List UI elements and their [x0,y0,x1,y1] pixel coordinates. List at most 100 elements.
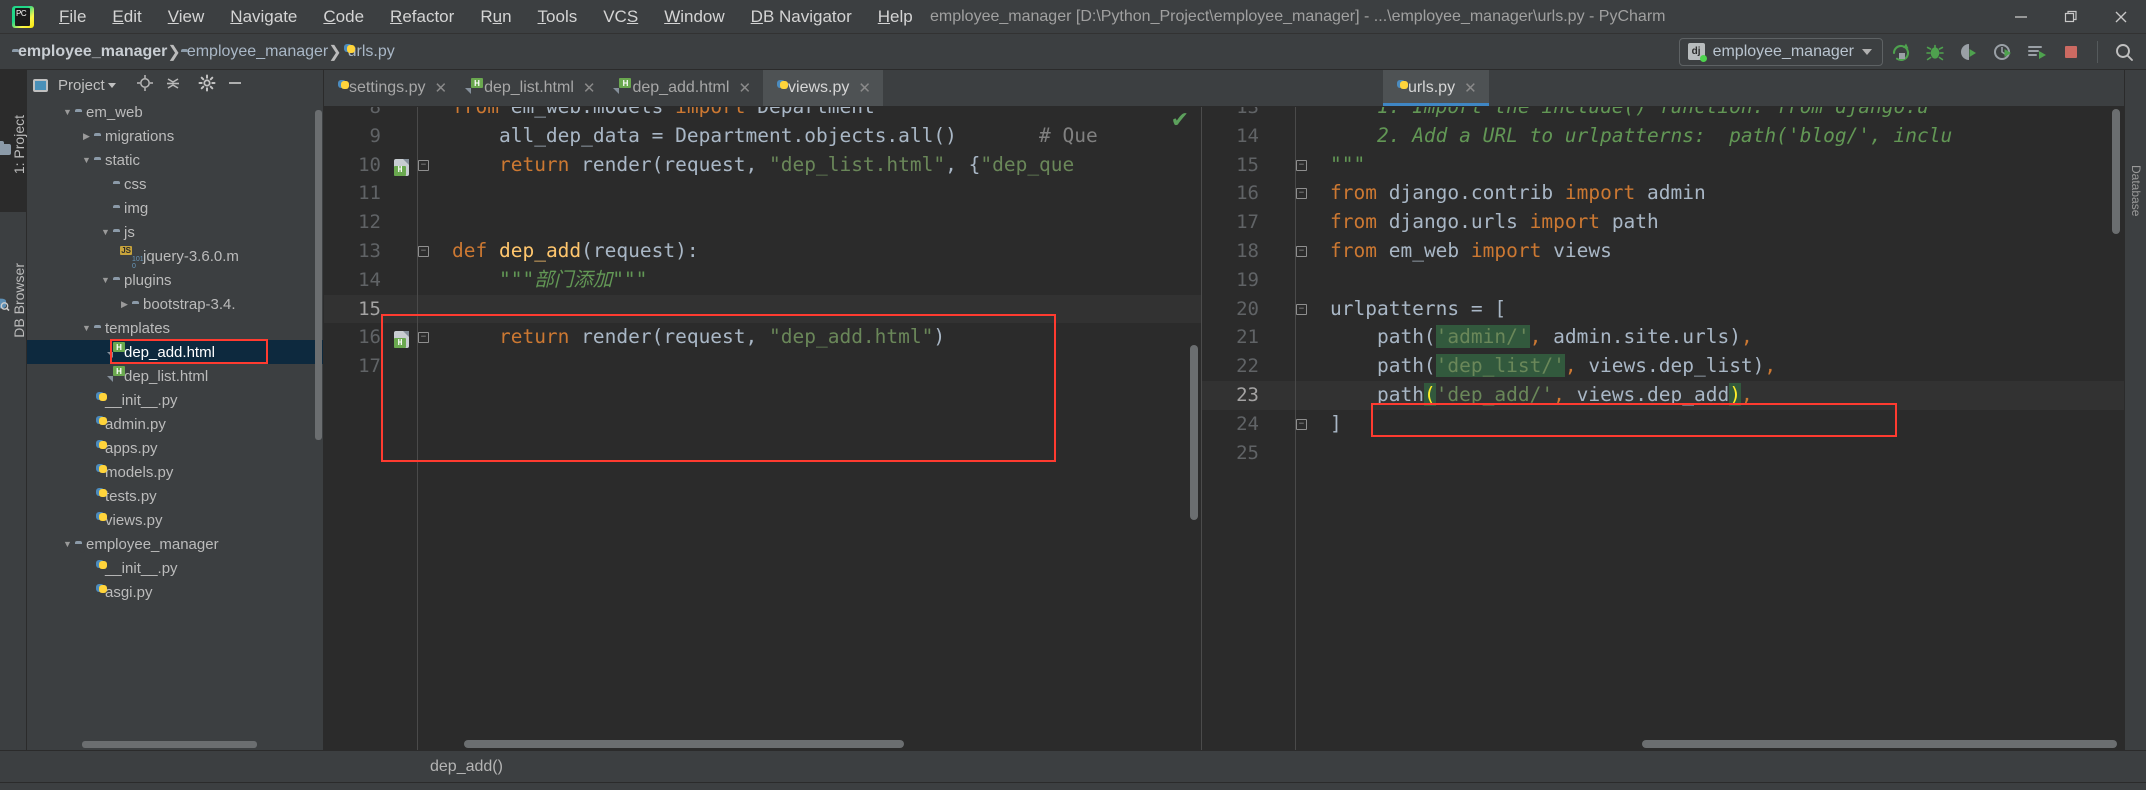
tree-item-img[interactable]: img [27,196,323,220]
collapse-all-icon[interactable] [164,74,182,96]
project-tree-hscrollbar[interactable] [82,741,257,748]
code-line-22[interactable]: 22 path('dep_list/', views.dep_list), [1202,352,2146,381]
maximize-button[interactable] [2046,0,2096,34]
breadcrumb-item-module[interactable]: employee_manager [181,43,328,61]
code-line-16[interactable]: 16 H − return render(request, "dep_add.htm… [324,323,1201,352]
chevron-down-icon[interactable]: ▼ [79,323,94,333]
editor-tab-dep-add-html[interactable]: Hdep_add.html ✕ [607,70,763,106]
code-line-17[interactable]: 17 from django.urls import path [1202,208,2146,237]
right-tool-strip[interactable]: Database [2124,70,2146,750]
editor-pane-views[interactable]: 8from em_web.models import Department9 a… [324,107,1202,750]
menu-item-vcs[interactable]: VCS [590,5,651,28]
code-line-9[interactable]: 9 all_dep_data = Department.objects.all(… [324,122,1201,151]
code-line-19[interactable]: 19 [1202,266,2146,295]
breadcrumb-item-project[interactable]: employee_manager [12,43,167,61]
fold-collapse-icon[interactable]: − [418,246,429,257]
tree-item-em-web[interactable]: ▼ em_web [27,100,323,124]
tree-item-dep-list-html[interactable]: Hdep_list.html [27,364,323,388]
editor-tab-views-py[interactable]: views.py ✕ [763,70,883,106]
code-line-15[interactable]: 15 [324,294,1201,324]
code-line-8[interactable]: 8 from em_web.models import Department [324,107,1201,122]
breadcrumb-item-file[interactable]: urls.py [342,43,395,61]
tree-item-admin-py[interactable]: admin.py [27,412,323,436]
tool-tab-project[interactable]: 1: Project [0,70,27,212]
close-icon[interactable]: ✕ [583,79,596,97]
coverage-run-button[interactable] [1953,37,1985,67]
editor-pane-urls[interactable]: 13 1. Import the include() function: fro… [1202,107,2146,750]
run-configuration-selector[interactable]: dj employee_manager [1678,37,1883,66]
code-line-18[interactable]: 18 − from em_web import views [1202,237,2146,266]
tree-item-dep-add-html[interactable]: Hdep_add.html [27,340,323,364]
code-line-21[interactable]: 21 path('admin/', admin.site.urls), [1202,323,2146,352]
close-icon[interactable]: ✕ [434,79,447,97]
editor-tab-urls-py[interactable]: urls.py ✕ [1382,70,1489,106]
profile-run-button[interactable] [1987,37,2019,67]
menu-item-window[interactable]: Window [651,5,737,28]
code-line-24[interactable]: 24 −] [1202,410,2146,439]
code-line-15[interactable]: 15 − """ [1202,151,2146,180]
editor-vscrollbar-right[interactable] [2112,109,2120,234]
menu-item-edit[interactable]: Edit [99,5,154,28]
editor-tab-settings-py[interactable]: settings.py ✕ [324,70,459,106]
code-line-25[interactable]: 25 [1202,439,2146,468]
tool-tab-db-browser[interactable]: DB Browser [0,218,27,378]
fold-collapse-icon[interactable]: − [1296,303,1307,315]
menu-item-refactor[interactable]: Refactor [377,5,467,28]
editor-hscrollbar-left[interactable] [464,740,904,748]
tree-item--init-py[interactable]: __init__.py [27,388,323,412]
code-line-17[interactable]: 17 [324,352,1201,381]
stop-button[interactable] [2055,37,2087,67]
tree-item-static[interactable]: ▼ static [27,148,323,172]
code-line-16[interactable]: 16 − from django.contrib import admin [1202,179,2146,208]
code-line-10[interactable]: 10 H − return render(request, "dep_list.ht… [324,151,1201,180]
menu-item-db-navigator[interactable]: DB Navigator [738,5,865,28]
close-icon[interactable]: ✕ [1464,79,1477,97]
menu-item-view[interactable]: View [155,5,218,28]
editor-hscrollbar-right[interactable] [1642,740,2117,748]
close-icon[interactable]: ✕ [858,79,871,97]
code-line-20[interactable]: 20 − urlpatterns = [ [1202,295,2146,324]
project-view-selector[interactable]: Project [58,77,116,94]
menu-item-help[interactable]: Help [865,5,926,28]
project-file-tree[interactable]: ▼ em_web ▶ migrations ▼ static css img ▼ js 101 0 JS… [27,100,323,750]
chevron-down-icon[interactable]: ▼ [79,155,94,165]
settings-gear-icon[interactable] [198,74,216,96]
tree-item--init-py[interactable]: __init__.py [27,556,323,580]
fold-collapse-icon[interactable]: − [1296,159,1307,171]
code-line-12[interactable]: 12 [324,208,1201,237]
menu-item-file[interactable]: File [46,5,99,28]
minimize-button[interactable] [1996,0,2046,34]
code-line-14[interactable]: 14 2. Add a URL to urlpatterns: path('bl… [1202,122,2146,151]
chevron-right-icon[interactable]: ▶ [117,299,132,310]
tree-item-employee-manager[interactable]: ▼ employee_manager [27,532,323,556]
hide-panel-icon[interactable] [226,74,244,96]
close-button[interactable] [2096,0,2146,34]
tree-item-asgi-py[interactable]: asgi.py [27,580,323,604]
code-content-urls[interactable]: 13 1. Import the include() function: fro… [1202,107,2146,750]
tree-item-models-py[interactable]: models.py [27,460,323,484]
fold-collapse-icon[interactable]: − [1296,246,1307,257]
editor-breadcrumb[interactable]: dep_add() [0,750,2146,782]
tree-item-plugins[interactable]: ▼ plugins [27,268,323,292]
main-menu-bar[interactable]: File Edit View Navigate Code Refactor Ru… [46,5,926,28]
menu-item-code[interactable]: Code [310,5,377,28]
chevron-right-icon[interactable]: ▶ [79,131,94,142]
tree-item-jquery-3-6-0-m[interactable]: 101 0 JS jquery-3.6.0.m [27,244,323,270]
editor-tab-dep-list-html[interactable]: Hdep_list.html ✕ [459,70,607,106]
project-tree-scrollbar[interactable] [315,110,322,440]
tree-item-css[interactable]: css [27,172,323,196]
run-with-console-button[interactable] [2021,37,2053,67]
chevron-down-icon[interactable]: ▼ [98,227,113,237]
tree-item-migrations[interactable]: ▶ migrations [27,124,323,148]
search-everywhere-button[interactable] [2108,37,2140,67]
close-icon[interactable]: ✕ [738,79,751,97]
fold-collapse-icon[interactable]: − [418,159,429,171]
menu-item-tools[interactable]: Tools [525,5,591,28]
tree-item-templates[interactable]: ▼ templates [27,316,323,340]
fold-collapse-icon[interactable]: − [1296,188,1307,200]
chevron-down-icon[interactable]: ▼ [60,539,75,549]
debug-button[interactable] [1919,37,1951,67]
chevron-down-icon[interactable]: ▼ [60,107,75,117]
tree-item-bootstrap-3-4-[interactable]: ▶ bootstrap-3.4. [27,292,323,316]
fold-collapse-icon[interactable]: − [418,332,429,344]
